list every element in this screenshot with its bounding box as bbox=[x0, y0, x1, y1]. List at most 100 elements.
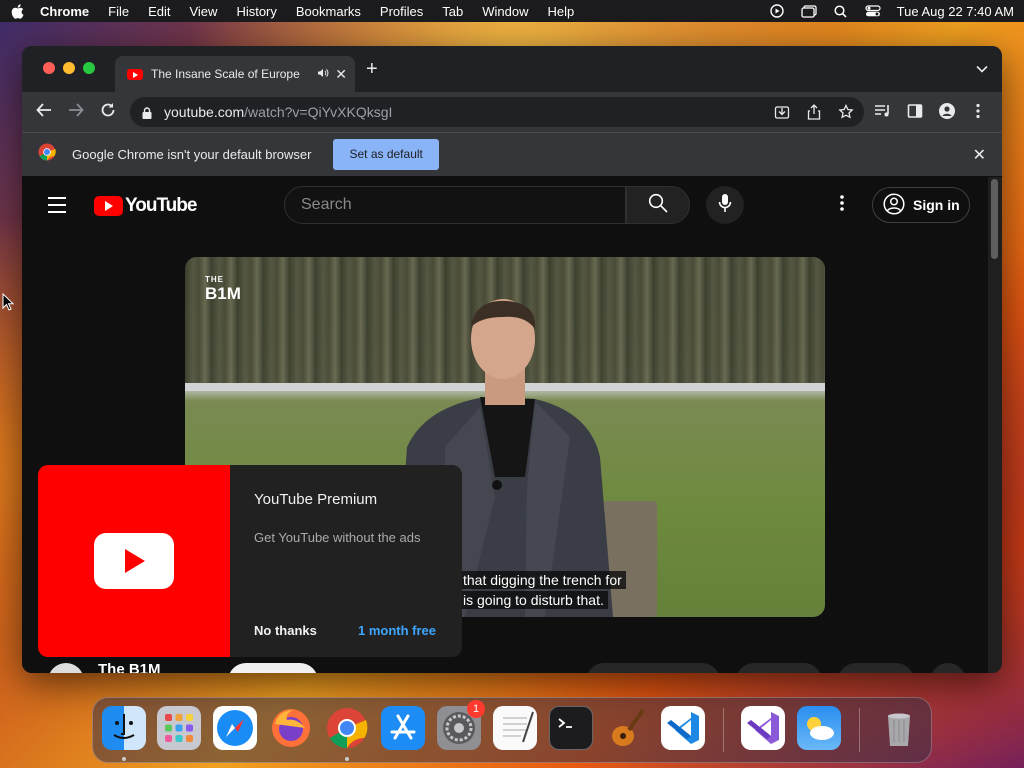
back-arrow-icon[interactable] bbox=[36, 102, 52, 121]
control-center-icon[interactable] bbox=[865, 4, 881, 18]
sign-in-label: Sign in bbox=[913, 197, 960, 213]
menu-edit[interactable]: Edit bbox=[148, 4, 170, 19]
youtube-wordmark: YouTube bbox=[125, 195, 197, 216]
menu-help[interactable]: Help bbox=[548, 4, 575, 19]
garageband-icon[interactable] bbox=[605, 706, 649, 750]
zoom-window-button[interactable] bbox=[83, 62, 95, 74]
share-button[interactable] bbox=[736, 663, 822, 673]
scrollbar-thumb[interactable] bbox=[991, 179, 998, 259]
side-panel-icon[interactable] bbox=[907, 103, 923, 124]
apple-menu-icon[interactable] bbox=[10, 3, 24, 19]
menu-window[interactable]: Window bbox=[482, 4, 528, 19]
search-icon bbox=[648, 193, 668, 218]
mouse-cursor-icon bbox=[2, 293, 14, 311]
menu-view[interactable]: View bbox=[189, 4, 217, 19]
like-dislike-button[interactable] bbox=[586, 663, 720, 673]
chrome-menu-kebab-icon[interactable] bbox=[976, 103, 980, 124]
system-settings-badge: 1 bbox=[467, 700, 485, 718]
new-tab-button[interactable]: + bbox=[366, 59, 378, 79]
bookmark-star-icon[interactable] bbox=[838, 103, 854, 125]
safari-icon[interactable] bbox=[213, 706, 257, 750]
url-host: youtube.com bbox=[164, 104, 245, 120]
screen-mirroring-icon[interactable] bbox=[801, 4, 817, 18]
menu-app-name[interactable]: Chrome bbox=[40, 4, 89, 19]
close-tab-icon[interactable]: ✕ bbox=[335, 66, 347, 83]
menu-history[interactable]: History bbox=[236, 4, 276, 19]
finder-icon[interactable] bbox=[102, 706, 146, 750]
trash-icon[interactable] bbox=[877, 706, 921, 750]
search-button[interactable] bbox=[626, 186, 690, 224]
tab-youtube-video[interactable]: The Insane Scale of Europe ✕ bbox=[115, 56, 355, 92]
media-play-icon[interactable] bbox=[769, 4, 785, 18]
spotlight-search-icon[interactable] bbox=[833, 4, 849, 18]
minimize-window-button[interactable] bbox=[63, 62, 75, 74]
tab-title: The Insane Scale of Europe bbox=[151, 67, 300, 81]
chrome-logo-icon bbox=[38, 143, 56, 166]
reading-list-icon[interactable] bbox=[874, 103, 892, 124]
system-settings-icon[interactable]: 1 bbox=[437, 700, 485, 750]
account-circle-icon bbox=[883, 192, 905, 218]
profile-avatar-icon[interactable] bbox=[939, 103, 955, 124]
search-placeholder: Search bbox=[301, 196, 352, 213]
b1m-watermark: THE B1M bbox=[205, 273, 241, 303]
address-bar[interactable]: youtube.com/watch?v=QiYvXKQksgI bbox=[130, 97, 864, 127]
dock-separator bbox=[723, 708, 724, 752]
page-scrollbar[interactable] bbox=[988, 177, 1002, 673]
youtube-page: YouTube Search Sign in THE B1M that digg… bbox=[22, 177, 988, 673]
chrome-running-dot bbox=[345, 757, 349, 761]
voice-search-button[interactable] bbox=[706, 186, 744, 224]
search-input[interactable]: Search bbox=[284, 186, 626, 224]
infobar-message: Google Chrome isn't your default browser bbox=[72, 147, 312, 162]
no-thanks-button[interactable]: No thanks bbox=[254, 623, 317, 638]
visual-studio-icon[interactable] bbox=[741, 706, 785, 750]
menu-file[interactable]: File bbox=[108, 4, 129, 19]
textedit-icon[interactable] bbox=[493, 706, 537, 750]
caption-line-2: is going to disturb that. bbox=[459, 591, 608, 609]
channel-name[interactable]: The B1M bbox=[98, 661, 161, 673]
terminal-icon[interactable] bbox=[549, 706, 593, 750]
lock-icon[interactable] bbox=[142, 106, 152, 119]
launchpad-icon[interactable] bbox=[157, 706, 201, 750]
close-infobar-icon[interactable]: ✕ bbox=[973, 145, 986, 165]
microphone-icon bbox=[718, 193, 732, 218]
channel-row: The B1M bbox=[48, 661, 966, 673]
close-window-button[interactable] bbox=[43, 62, 55, 74]
forward-arrow-icon[interactable] bbox=[68, 102, 84, 121]
month-free-button[interactable]: 1 month free bbox=[358, 623, 436, 638]
settings-kebab-icon[interactable] bbox=[840, 194, 844, 217]
menu-bar: Chrome File Edit View History Bookmarks … bbox=[0, 0, 1024, 22]
reload-icon[interactable] bbox=[100, 102, 116, 121]
channel-avatar[interactable] bbox=[48, 663, 84, 673]
share-icon[interactable] bbox=[806, 104, 822, 125]
install-app-icon[interactable] bbox=[774, 104, 790, 125]
guide-menu-icon[interactable] bbox=[48, 197, 66, 218]
vscode-icon[interactable] bbox=[661, 706, 705, 750]
set-as-default-button[interactable]: Set as default bbox=[333, 139, 439, 170]
youtube-logo[interactable]: YouTube bbox=[94, 195, 197, 217]
download-button[interactable] bbox=[838, 663, 914, 673]
menu-tab[interactable]: Tab bbox=[442, 4, 463, 19]
dock-separator-trash bbox=[859, 708, 860, 752]
premium-red-panel bbox=[38, 465, 230, 657]
subscribe-button[interactable] bbox=[228, 663, 318, 673]
caption-line-1: that digging the trench for bbox=[459, 571, 626, 589]
firefox-icon[interactable] bbox=[269, 706, 313, 750]
tab-strip: The Insane Scale of Europe ✕ + bbox=[22, 46, 1002, 92]
finder-running-dot bbox=[122, 757, 126, 761]
youtube-play-logo-icon bbox=[94, 196, 123, 216]
menu-clock[interactable]: Tue Aug 22 7:40 AM bbox=[897, 4, 1014, 19]
menu-profiles[interactable]: Profiles bbox=[380, 4, 423, 19]
chrome-icon[interactable] bbox=[325, 706, 369, 750]
youtube-play-large-icon bbox=[94, 533, 174, 589]
youtube-premium-popup: YouTube Premium Get YouTube without the … bbox=[38, 465, 462, 657]
tab-search-chevron-icon[interactable] bbox=[976, 62, 988, 76]
watermark-b1m: B1M bbox=[205, 284, 241, 303]
sign-in-button[interactable]: Sign in bbox=[872, 187, 970, 223]
weather-icon[interactable] bbox=[797, 706, 841, 750]
more-actions-button[interactable] bbox=[930, 663, 966, 673]
tab-audio-icon[interactable] bbox=[317, 68, 329, 81]
menu-bookmarks[interactable]: Bookmarks bbox=[296, 4, 361, 19]
premium-subtitle: Get YouTube without the ads bbox=[254, 530, 421, 545]
app-store-icon[interactable] bbox=[381, 706, 425, 750]
chrome-window: The Insane Scale of Europe ✕ + youtube.c… bbox=[22, 46, 1002, 673]
